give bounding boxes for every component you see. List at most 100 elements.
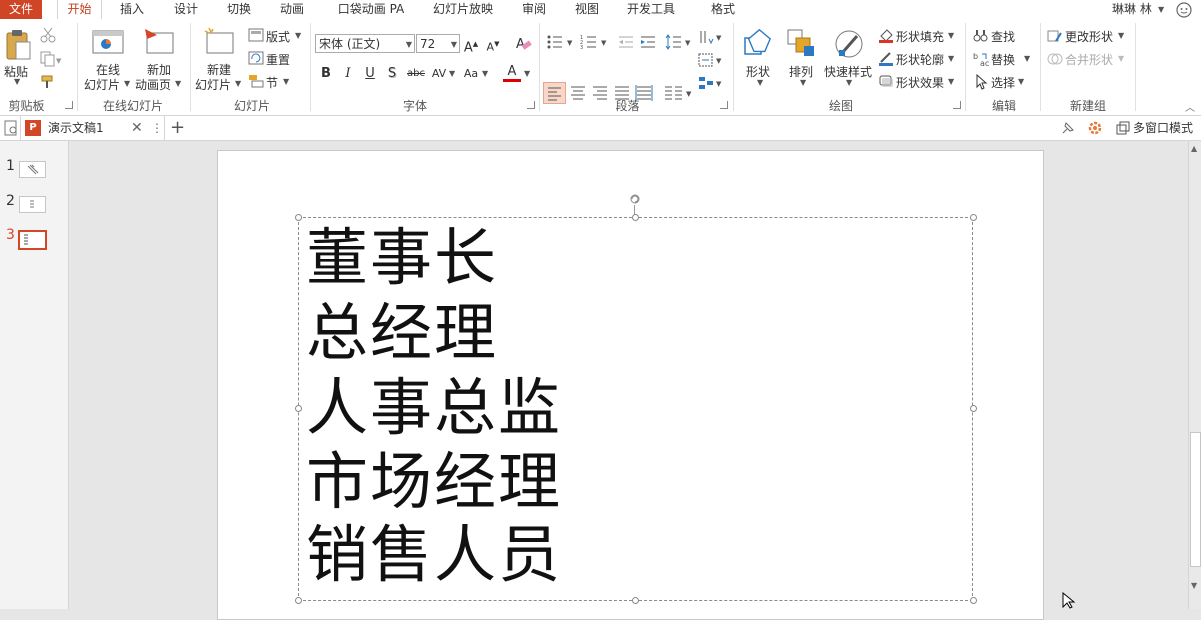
paste-chevron-down-icon[interactable]: ▼ bbox=[14, 77, 20, 86]
quick-styles-icon[interactable] bbox=[833, 28, 865, 63]
resize-handle-top-right[interactable] bbox=[970, 214, 977, 221]
user-name[interactable]: 琳琳 林 bbox=[1112, 0, 1152, 19]
scroll-down-icon[interactable]: ▼ bbox=[1191, 581, 1197, 590]
paragraph-launcher-icon[interactable] bbox=[720, 101, 728, 109]
align-text-icon[interactable]: ▼ bbox=[698, 52, 724, 71]
select-chevron-down-icon[interactable]: ▼ bbox=[1018, 77, 1024, 86]
collapse-ribbon-chevron-up-icon[interactable]: ︿ bbox=[1185, 99, 1195, 114]
resize-handle-top-left[interactable] bbox=[295, 214, 302, 221]
copy-icon[interactable]: ▼ bbox=[40, 51, 62, 70]
layout-icon[interactable] bbox=[248, 28, 264, 45]
character-spacing-button[interactable]: AV bbox=[428, 64, 450, 84]
change-case-button[interactable]: Aa bbox=[460, 64, 482, 84]
arrange-chevron-down-icon[interactable]: ▼ bbox=[800, 78, 806, 87]
new-animation-label-2[interactable]: 动画页 bbox=[135, 76, 171, 93]
new-slide-chevron-down-icon[interactable]: ▼ bbox=[235, 79, 241, 88]
paste-icon[interactable] bbox=[4, 29, 32, 64]
text-direction-icon[interactable]: ▼ bbox=[698, 29, 724, 48]
character-spacing-chevron-down-icon[interactable]: ▼ bbox=[449, 69, 455, 78]
shape-fill-chevron-down-icon[interactable]: ▼ bbox=[948, 31, 954, 40]
tab-home[interactable]: 开始 bbox=[57, 0, 102, 19]
clipboard-launcher-icon[interactable] bbox=[65, 101, 73, 109]
shapes-chevron-down-icon[interactable]: ▼ bbox=[757, 78, 763, 87]
shape-effects-chevron-down-icon[interactable]: ▼ bbox=[948, 77, 954, 86]
shape-effects-icon[interactable] bbox=[878, 73, 894, 92]
resize-handle-bottom-right[interactable] bbox=[970, 597, 977, 604]
section-chevron-down-icon[interactable]: ▼ bbox=[283, 77, 289, 86]
font-color-chevron-down-icon[interactable]: ▼ bbox=[524, 69, 530, 78]
line-spacing-icon[interactable]: ▼ bbox=[665, 34, 693, 53]
tab-animations[interactable]: 动画 bbox=[272, 0, 312, 19]
reset-icon[interactable] bbox=[248, 51, 264, 68]
replace-button[interactable]: 替换 bbox=[991, 51, 1015, 68]
font-size-chevron-down-icon[interactable]: ▼ bbox=[451, 35, 457, 54]
underline-button[interactable]: U bbox=[361, 64, 379, 84]
vertical-scrollbar[interactable]: ▲ ▼ bbox=[1188, 141, 1201, 609]
user-chevron-down-icon[interactable]: ▼ bbox=[1158, 0, 1164, 19]
slide-text-line[interactable]: 总经理 bbox=[306, 302, 498, 364]
decrease-indent-icon[interactable] bbox=[618, 34, 634, 53]
italic-button[interactable]: I bbox=[339, 64, 357, 84]
online-slides-label-2[interactable]: 幻灯片 bbox=[84, 76, 120, 93]
align-center-icon[interactable] bbox=[568, 83, 588, 106]
font-name-dropdown[interactable]: 宋体 (正文) ▼ bbox=[315, 34, 415, 53]
clear-formatting-icon[interactable]: A bbox=[514, 34, 532, 55]
change-case-chevron-down-icon[interactable]: ▼ bbox=[482, 69, 488, 78]
shape-outline-chevron-down-icon[interactable]: ▼ bbox=[948, 54, 954, 63]
columns-icon[interactable]: ▼ bbox=[662, 83, 694, 106]
change-shape-icon[interactable] bbox=[1047, 28, 1063, 47]
font-color-button[interactable]: A bbox=[503, 63, 521, 82]
multi-window-icon[interactable] bbox=[1116, 121, 1130, 138]
tab-format[interactable]: 格式 bbox=[702, 0, 744, 19]
settings-gear-icon[interactable] bbox=[1087, 120, 1103, 139]
change-shape-chevron-down-icon[interactable]: ▼ bbox=[1118, 31, 1124, 40]
align-left-button[interactable] bbox=[543, 82, 566, 104]
shrink-font-button[interactable]: A▼ bbox=[484, 34, 502, 54]
font-name-chevron-down-icon[interactable]: ▼ bbox=[406, 35, 412, 54]
font-size-dropdown[interactable]: 72 ▼ bbox=[416, 34, 460, 53]
layout-chevron-down-icon[interactable]: ▼ bbox=[295, 31, 301, 40]
tab-insert[interactable]: 插入 bbox=[112, 0, 152, 19]
arrange-icon[interactable] bbox=[786, 28, 816, 63]
layout-button[interactable]: 版式 bbox=[266, 28, 290, 45]
resize-handle-right[interactable] bbox=[970, 405, 977, 412]
new-tab-plus-icon[interactable]: + bbox=[170, 116, 185, 140]
slide-thumbnail-active[interactable] bbox=[18, 230, 47, 250]
shapes-icon[interactable] bbox=[743, 28, 775, 63]
tab-developer[interactable]: 开发工具 bbox=[621, 0, 681, 19]
cut-icon[interactable] bbox=[40, 27, 56, 46]
change-shape-button[interactable]: 更改形状 bbox=[1065, 28, 1113, 45]
scrollbar-thumb[interactable] bbox=[1190, 432, 1201, 567]
resize-handle-left[interactable] bbox=[295, 405, 302, 412]
multi-window-mode-button[interactable]: 多窗口模式 bbox=[1133, 116, 1193, 140]
close-tab-icon[interactable]: ✕ bbox=[131, 116, 143, 140]
shape-effects-button[interactable]: 形状效果 bbox=[896, 74, 944, 91]
replace-icon[interactable]: b ac bbox=[973, 51, 989, 70]
avatar[interactable] bbox=[1174, 1, 1194, 18]
shape-outline-icon[interactable] bbox=[878, 50, 894, 69]
tab-more-icon[interactable]: ⋮ bbox=[151, 116, 163, 140]
find-button[interactable]: 查找 bbox=[991, 28, 1015, 45]
tab-pocket-animation[interactable]: 口袋动画 PA bbox=[330, 0, 412, 19]
new-animation-page-icon[interactable] bbox=[143, 27, 175, 58]
online-slides-icon[interactable] bbox=[92, 29, 124, 58]
reset-button[interactable]: 重置 bbox=[266, 51, 290, 68]
format-painter-icon[interactable] bbox=[40, 74, 56, 93]
increase-indent-icon[interactable] bbox=[640, 34, 656, 53]
replace-chevron-down-icon[interactable]: ▼ bbox=[1024, 54, 1030, 63]
select-cursor-icon[interactable] bbox=[973, 73, 989, 93]
numbering-icon[interactable]: 1 2 3 ▼ bbox=[580, 34, 610, 53]
tab-transitions[interactable]: 切换 bbox=[219, 0, 259, 19]
section-icon[interactable] bbox=[248, 74, 264, 91]
slide-thumbnail[interactable] bbox=[19, 161, 46, 178]
document-tab[interactable]: P 演示文稿1 ✕ ⋮ bbox=[20, 116, 165, 140]
scroll-up-icon[interactable]: ▲ bbox=[1191, 144, 1197, 153]
strikethrough-button[interactable]: abc bbox=[405, 64, 427, 84]
select-button[interactable]: 选择 bbox=[991, 74, 1015, 91]
shadow-button[interactable]: S bbox=[383, 64, 401, 84]
resize-handle-bottom-left[interactable] bbox=[295, 597, 302, 604]
find-icon[interactable] bbox=[973, 28, 989, 47]
shape-outline-button[interactable]: 形状轮廓 bbox=[896, 51, 944, 68]
rotate-handle-icon[interactable] bbox=[629, 193, 641, 208]
grow-font-button[interactable]: A▲ bbox=[462, 34, 480, 55]
